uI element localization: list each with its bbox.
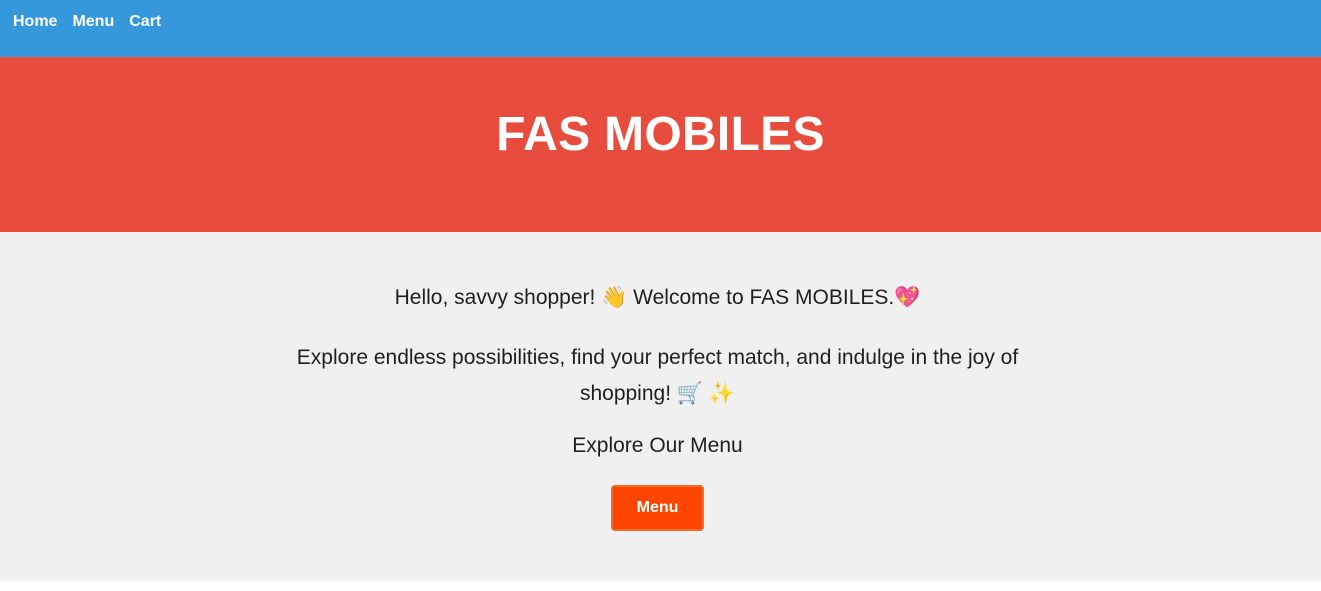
nav-link-cart[interactable]: Cart	[129, 13, 161, 31]
page-title: FAS MOBILES	[496, 108, 825, 161]
nav-links: Home Menu Cart	[13, 13, 161, 31]
greeting-text: Hello, savvy shopper! 👋 Welcome to FAS M…	[394, 286, 921, 309]
tagline-text: Explore endless possibilities, find your…	[296, 346, 1019, 405]
hero-banner: FAS MOBILES	[0, 57, 1321, 232]
menu-button[interactable]: Menu	[611, 485, 704, 531]
top-navbar: Home Menu Cart	[0, 0, 1321, 57]
explore-menu-heading: Explore Our Menu	[572, 434, 743, 457]
nav-link-home[interactable]: Home	[13, 13, 57, 31]
nav-link-menu[interactable]: Menu	[72, 13, 114, 31]
main-content: Hello, savvy shopper! 👋 Welcome to FAS M…	[0, 232, 1321, 581]
